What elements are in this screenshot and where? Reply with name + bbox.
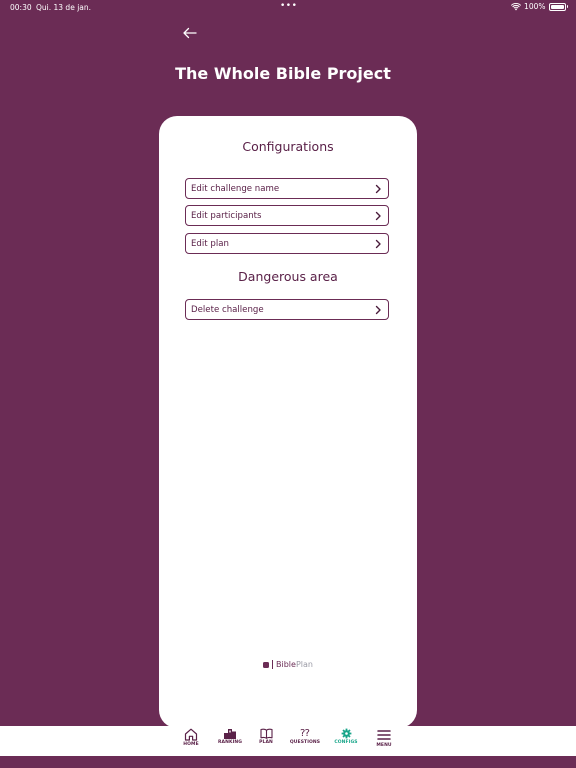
back-button[interactable] <box>182 24 202 42</box>
logo-text-bible: Bible <box>276 660 296 669</box>
nav-label: PLAN <box>259 740 273 745</box>
edit-participants-button[interactable]: Edit participants <box>185 205 389 226</box>
option-label: Delete challenge <box>191 304 264 315</box>
nav-configs[interactable]: CONFIGS <box>326 728 366 754</box>
nav-plan[interactable]: PLAN <box>246 728 286 754</box>
questions-icon: ⁇ <box>300 728 310 739</box>
battery-tip <box>566 5 568 8</box>
status-bar: 00:30 Qui. 13 de jan. ••• 100% <box>0 0 576 14</box>
nav-menu[interactable]: MENU <box>364 728 404 754</box>
logo-mark-icon <box>263 661 270 668</box>
logo-text-plan: Plan <box>295 660 313 669</box>
nav-label: MENU <box>376 743 392 748</box>
page-title: The Whole Bible Project <box>175 64 391 83</box>
chevron-right-icon <box>375 211 381 220</box>
edit-challenge-name-button[interactable]: Edit challenge name <box>185 178 389 199</box>
nav-ranking[interactable]: RANKING <box>210 728 250 754</box>
bottom-navigation: HOME RANKING PLAN ⁇ QUESTIONS CONFIGS ME… <box>0 726 576 756</box>
status-right: 100% <box>511 2 568 11</box>
wifi-icon <box>511 2 522 10</box>
dangerous-area-heading: Dangerous area <box>238 269 338 284</box>
nav-label: QUESTIONS <box>289 740 321 745</box>
nav-label: RANKING <box>217 740 243 745</box>
delete-challenge-button[interactable]: Delete challenge <box>185 299 389 320</box>
option-label: Edit participants <box>191 210 262 221</box>
battery-icon <box>548 2 566 11</box>
bottom-strip <box>0 756 576 768</box>
nav-home[interactable]: HOME <box>171 728 211 754</box>
nav-questions[interactable]: ⁇ QUESTIONS <box>285 728 325 754</box>
logo-divider <box>272 660 274 669</box>
podium-icon <box>224 729 236 739</box>
nav-label: CONFIGS <box>334 740 358 745</box>
bibleplan-logo: Bible Plan <box>159 660 417 669</box>
status-date: Qui. 13 de jan. <box>36 3 92 12</box>
gear-icon <box>341 728 351 739</box>
option-label: Edit plan <box>191 238 229 249</box>
settings-card: Configurations Edit challenge name Edit … <box>159 116 417 728</box>
chevron-right-icon <box>375 239 381 248</box>
book-icon <box>259 728 273 739</box>
configurations-heading: Configurations <box>242 139 334 154</box>
chevron-right-icon <box>375 305 381 314</box>
home-icon <box>184 728 198 741</box>
battery-percent: 100% <box>524 2 546 11</box>
chevron-right-icon <box>375 184 381 193</box>
multitasking-dots[interactable]: ••• <box>280 1 297 11</box>
hamburger-menu-icon <box>377 730 391 740</box>
edit-plan-button[interactable]: Edit plan <box>185 233 389 254</box>
nav-label: HOME <box>183 742 199 747</box>
arrow-left-icon <box>183 27 197 39</box>
option-label: Edit challenge name <box>191 183 280 194</box>
status-time: 00:30 <box>10 3 32 12</box>
